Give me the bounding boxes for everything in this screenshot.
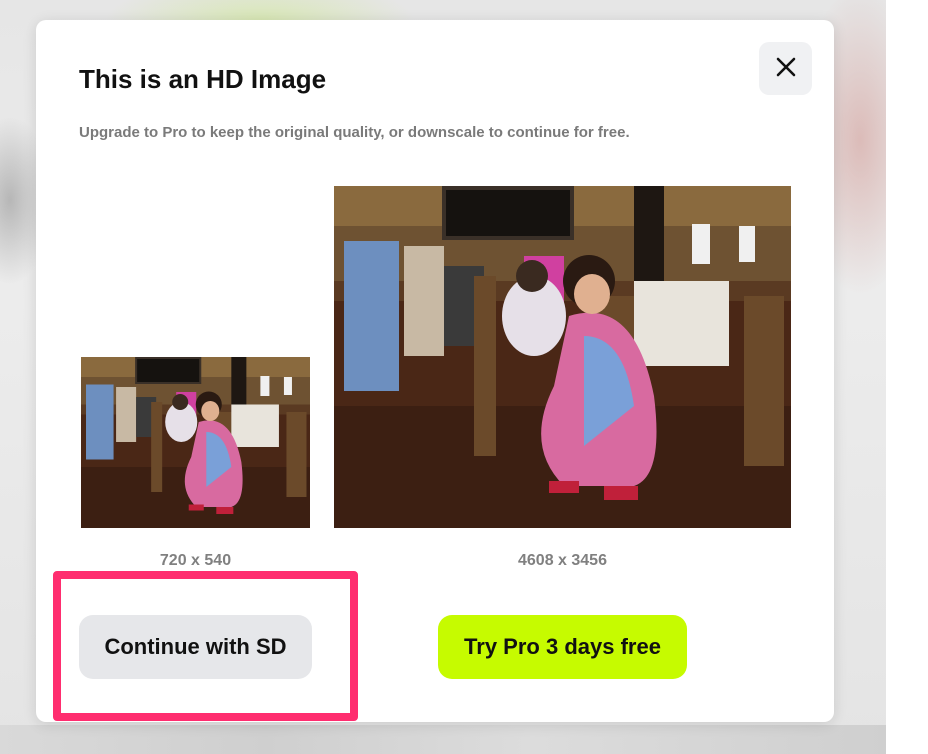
try-pro-button[interactable]: Try Pro 3 days free [438,615,687,679]
hd-size-label: 4608 x 3456 [518,552,607,569]
blurred-background-strip [0,725,886,754]
sd-preview-image [81,357,310,528]
continue-with-sd-button[interactable]: Continue with SD [79,615,312,679]
hd-image-modal: This is an HD Image Upgrade to Pro to ke… [36,20,834,722]
modal-subtitle: Upgrade to Pro to keep the original qual… [79,124,630,141]
close-button[interactable] [759,42,812,95]
page-margin [886,0,928,754]
hd-preview-image [334,186,791,528]
sd-size-label: 720 x 540 [159,552,232,569]
close-icon [775,56,797,81]
modal-title: This is an HD Image [79,64,327,94]
